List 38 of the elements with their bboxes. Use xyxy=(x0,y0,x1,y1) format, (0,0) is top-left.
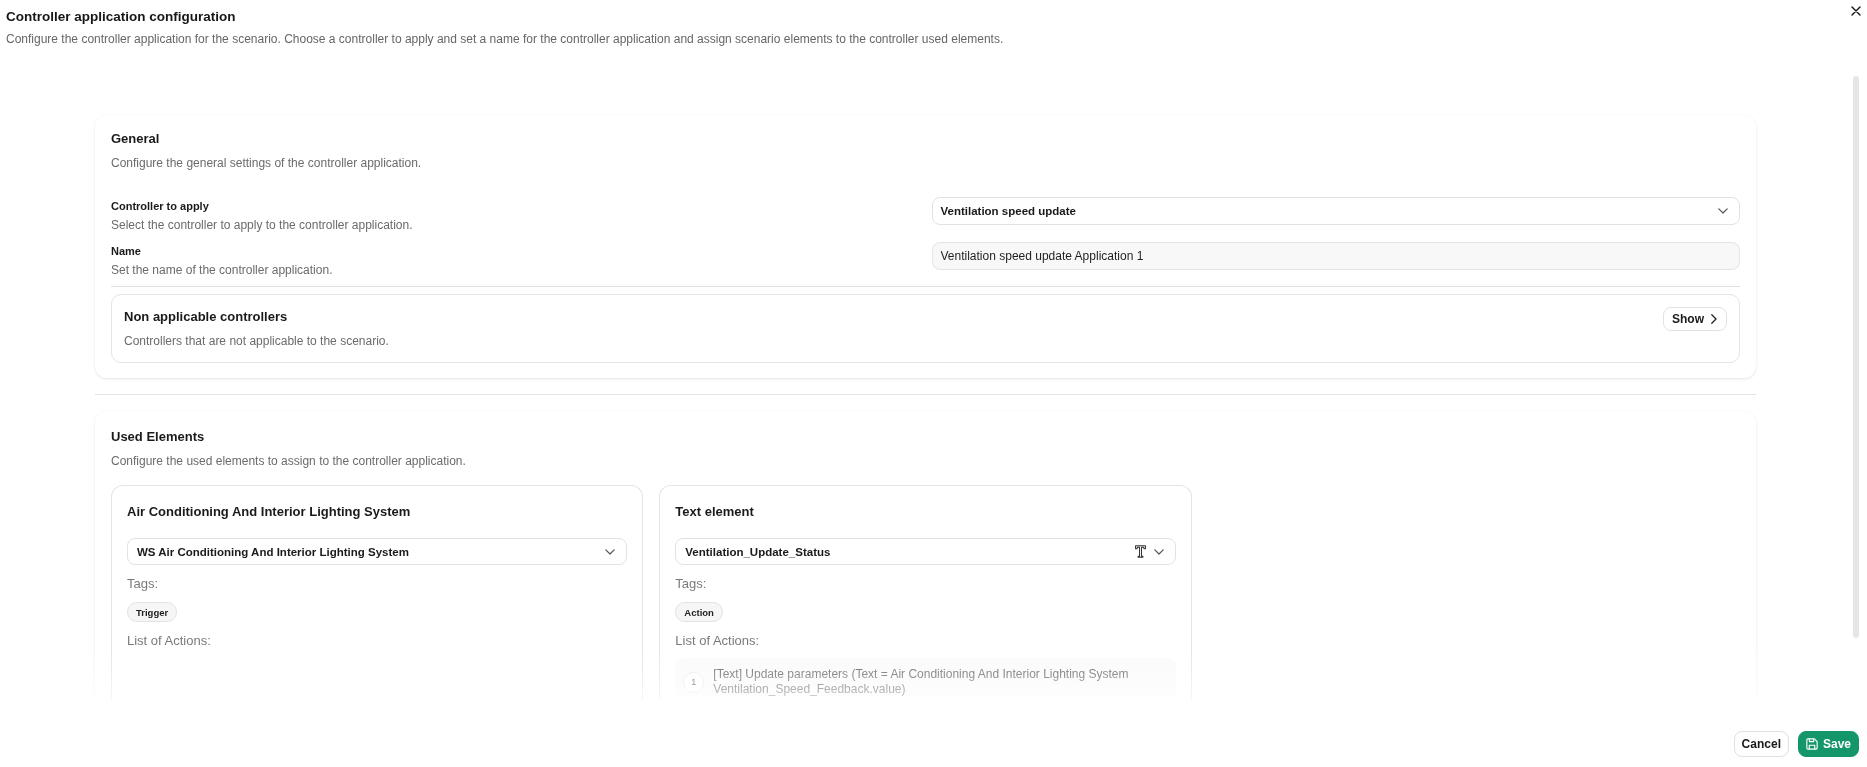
card-description: Controllers that are not applicable to the scenario. xyxy=(124,334,389,349)
field-description: Select the controller to apply to the controller application. xyxy=(111,218,414,233)
element-title: Text element xyxy=(675,504,755,520)
action-number: 1 xyxy=(683,671,705,693)
section-title: General xyxy=(111,131,161,147)
actions-label: List of Actions: xyxy=(675,633,761,649)
controller-select[interactable]: Ventilation speed update xyxy=(931,197,1740,225)
tags-label: Tags: xyxy=(675,576,708,592)
tags-label: Tags: xyxy=(127,576,160,592)
dialog-title: Controller application configuration xyxy=(6,9,237,25)
tag: Trigger xyxy=(127,602,178,622)
chevron-right-icon xyxy=(1711,314,1717,324)
close-icon xyxy=(1851,6,1861,16)
scrollbar-thumb[interactable] xyxy=(1853,76,1859,638)
chevron-down-icon xyxy=(1153,548,1164,555)
element-select[interactable]: WS Air Conditioning And Interior Lighting System xyxy=(127,538,628,565)
section-description: Configure the used elements to assign to the controller application. xyxy=(111,454,467,469)
field-label: Controller to apply xyxy=(111,199,210,213)
close-button[interactable] xyxy=(1851,6,1861,16)
field-description: Set the name of the controller application. xyxy=(111,263,334,278)
section-description: Configure the general settings of the controller application. xyxy=(111,156,423,171)
tag: Action xyxy=(675,602,723,622)
field-label: Name xyxy=(111,244,142,258)
chevron-down-icon xyxy=(1718,208,1728,214)
card-title: Non applicable controllers xyxy=(124,309,289,325)
text-icon xyxy=(1134,545,1146,558)
element-select[interactable]: Ventilation_Update_Status xyxy=(675,538,1176,565)
chevron-down-icon xyxy=(605,548,616,555)
section-title: Used Elements xyxy=(111,429,206,445)
actions-label: List of Actions: xyxy=(127,633,212,649)
save-icon xyxy=(1805,738,1818,750)
save-button[interactable]: Save xyxy=(1797,731,1859,757)
name-field[interactable]: Ventilation speed update Application 1 xyxy=(931,242,1740,270)
element-title: Air Conditioning And Interior Lighting System xyxy=(127,504,412,520)
show-button[interactable]: Show xyxy=(1663,307,1727,331)
action-text: [Text] Update parameters (Text = Air Conditioning And Interior Lighting System Ventilation_Speed_Feedback.value) xyxy=(713,667,1130,697)
dialog-description: Configure the controller application for the scenario. Choose a controller to apply and set a name for the controller application and assign scenario elements to the controller used elements. xyxy=(6,32,1004,47)
cancel-button[interactable]: Cancel xyxy=(1733,731,1789,757)
